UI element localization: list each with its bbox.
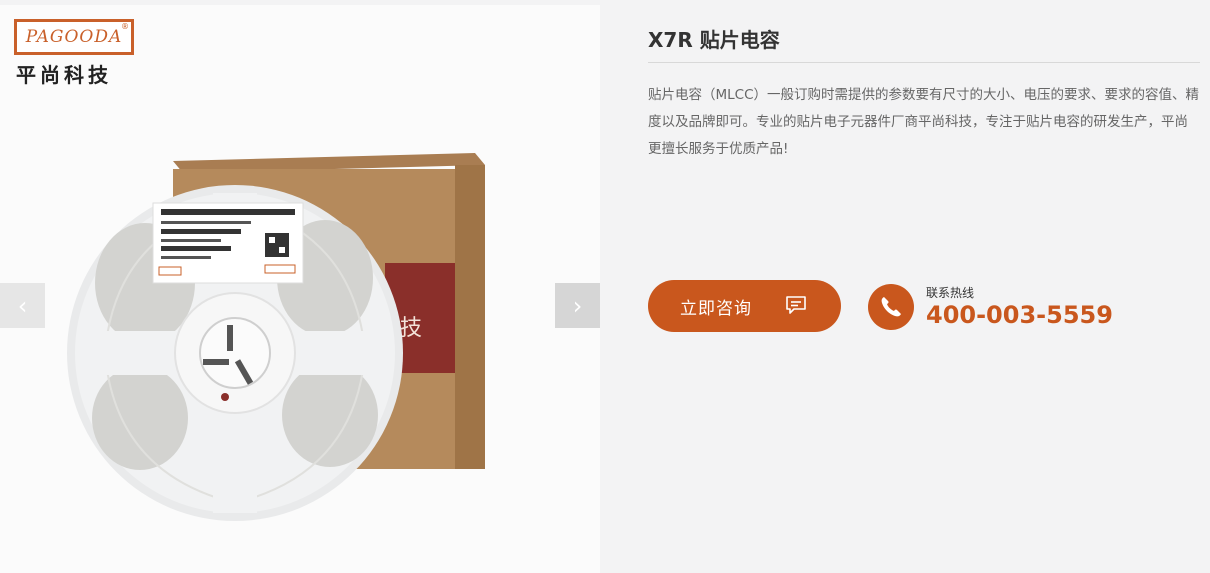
logo-chinese-name: 平尚科技	[16, 63, 112, 87]
product-description: 贴片电容（MLCC）一般订购时需提供的参数要有尺寸的大小、电压的要求、要求的容值…	[648, 87, 1200, 157]
title-divider	[648, 62, 1200, 63]
product-title: X7R 贴片电容	[648, 28, 780, 52]
message-icon	[786, 296, 806, 314]
gallery-prev-button[interactable]: ‹	[0, 283, 45, 328]
product-image: 技	[67, 153, 485, 521]
consult-button-label: 立即咨询	[680, 298, 752, 319]
phone-icon	[868, 284, 914, 330]
registered-mark: ®	[121, 22, 129, 31]
svg-text:技: 技	[400, 316, 422, 341]
gallery-next-button[interactable]: ›	[555, 283, 600, 328]
brand-logo: PAGOODA ® 平尚科技	[14, 19, 136, 88]
hotline-number[interactable]: 400-003-5559	[926, 301, 1113, 329]
logo-frame: PAGOODA ®	[14, 19, 134, 55]
reel-label	[152, 202, 304, 284]
hotline-label: 联系热线	[926, 286, 975, 300]
product-gallery: PAGOODA ® 平尚科技 技 ‹ ›	[0, 5, 600, 573]
consult-button[interactable]: 立即咨询	[648, 280, 841, 332]
logo-brand-text: PAGOODA	[25, 27, 123, 47]
